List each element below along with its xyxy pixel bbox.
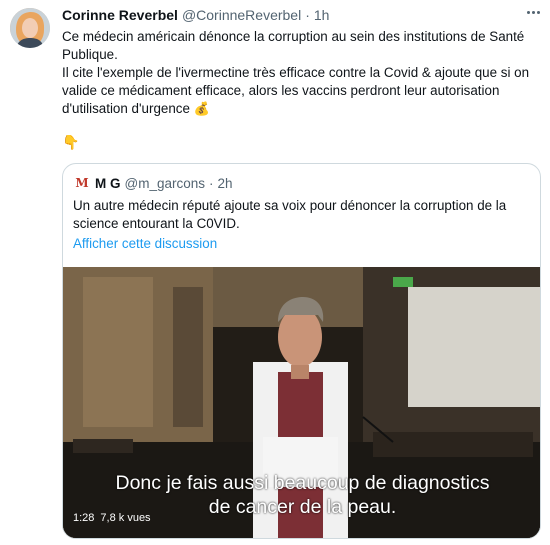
quoted-author-handle: @m_garcons — [124, 175, 206, 191]
quoted-tweet[interactable]: M M G @m_garcons · 2h Un autre médecin r… — [62, 163, 541, 539]
video-meta: 1:28 7,8 k vues — [73, 512, 157, 524]
money-bag-emoji: 💰 — [193, 101, 210, 116]
tweet-header: Corinne Reverbel @CorinneReverbel · 1h — [62, 6, 329, 24]
author-handle[interactable]: @CorinneReverbel — [182, 7, 301, 23]
tweet-text-line: d'utilisation d'urgence 💰 — [62, 100, 540, 118]
quoted-text-line: science entourant la C0VID. — [73, 216, 240, 231]
tweet-text-line-content: d'utilisation d'urgence — [62, 101, 190, 116]
tweet-text-line: Publique. — [62, 47, 118, 62]
more-options-button[interactable] — [522, 4, 544, 20]
more-dot-2 — [531, 10, 535, 14]
quoted-header: M M G @m_garcons · 2h — [73, 174, 233, 192]
quoted-timestamp: 2h — [217, 175, 233, 191]
video-player[interactable]: Donc je fais aussi beaucoup de diagnosti… — [63, 267, 540, 538]
avatar-portrait — [10, 8, 50, 48]
tweet-text-line: Ce médecin américain dénonce la corrupti… — [62, 29, 525, 44]
quoted-avatar: M — [75, 176, 89, 190]
tweet-text-line: valide ce médicament efficace, alors les… — [62, 83, 500, 98]
separator-dot: · — [305, 7, 310, 23]
author-avatar[interactable] — [10, 8, 50, 48]
quoted-author-name: M G — [95, 175, 121, 191]
video-views: 7,8 k vues — [100, 512, 151, 524]
author-name[interactable]: Corinne Reverbel — [62, 7, 178, 23]
show-thread-link[interactable]: Afficher cette discussion — [73, 236, 217, 251]
video-duration: 1:28 — [73, 512, 95, 524]
quoted-text-line: Un autre médecin réputé ajoute sa voix p… — [73, 198, 507, 213]
video-caption-line: Donc je fais aussi beaucoup de diagnosti… — [115, 472, 490, 494]
more-dot-3 — [536, 10, 540, 14]
quoted-separator-dot: · — [209, 175, 214, 191]
quoted-text: Un autre médecin réputé ajoute sa voix p… — [73, 197, 528, 233]
tweet[interactable]: Corinne Reverbel @CorinneReverbel · 1h C… — [0, 0, 550, 545]
tweet-text-line: Il cite l'exemple de l'ivermectine très … — [62, 65, 530, 80]
tweet-timestamp[interactable]: 1h — [314, 7, 330, 23]
pointing-down-emoji: 👇 — [62, 134, 80, 150]
more-dots-icon — [526, 10, 530, 14]
tweet-text: Ce médecin américain dénonce la corrupti… — [62, 28, 540, 118]
